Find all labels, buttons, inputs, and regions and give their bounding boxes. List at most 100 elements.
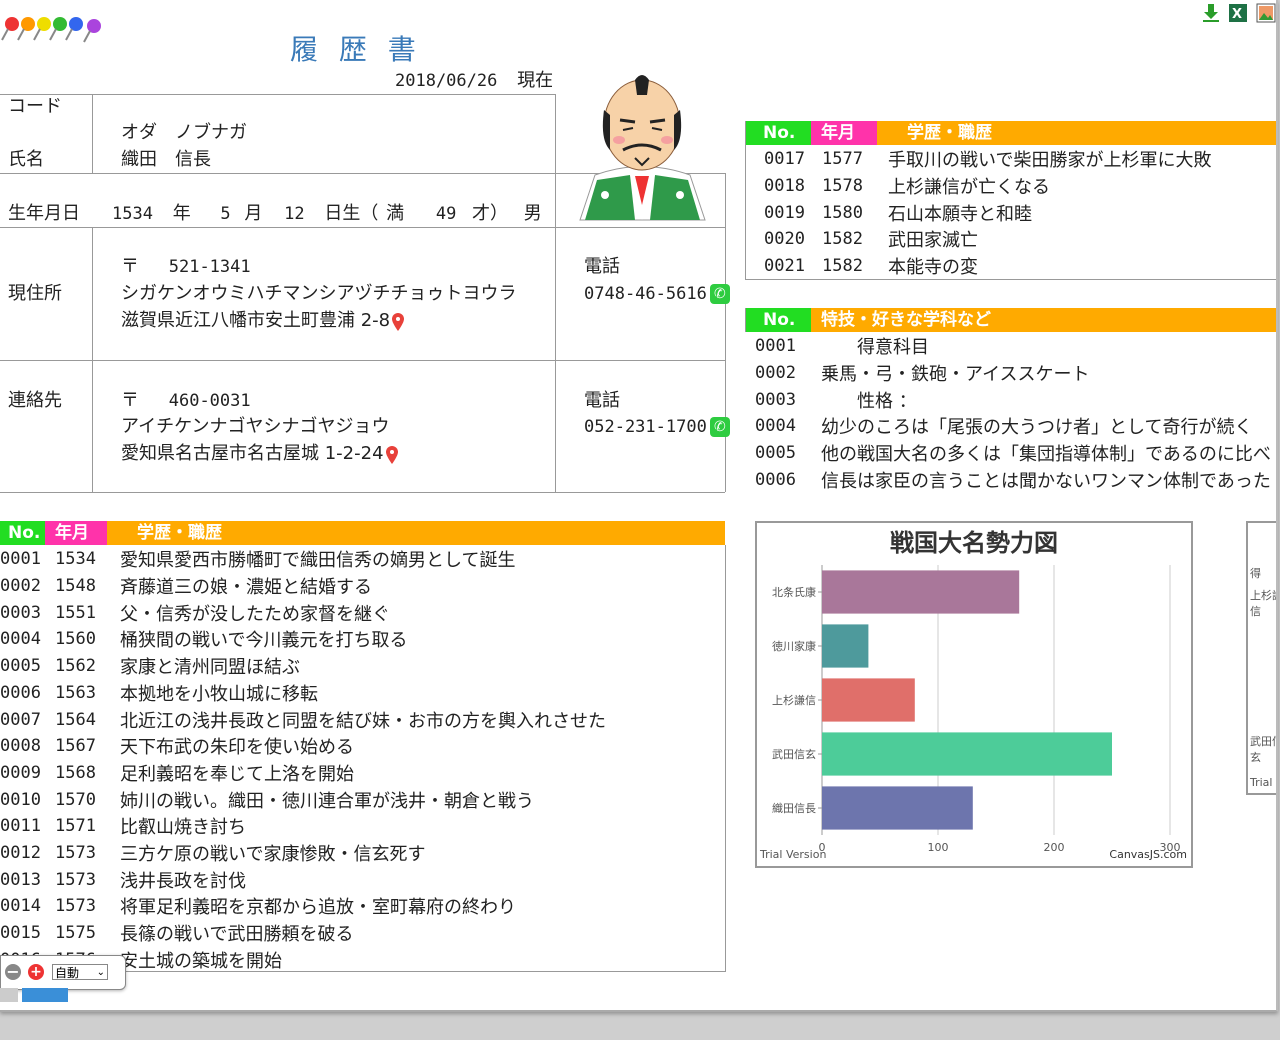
table-row: 0009 1568 足利義昭を奉じて上洛を開始: [0, 760, 354, 787]
row-text: 得意科目: [821, 337, 929, 359]
y-tick-label: 織田信長: [772, 802, 816, 815]
bar-chart: 戦国大名勢力図0 100 200 300北条氏康徳川家康上杉謙信武田信玄織田信長Tri…: [759, 529, 1187, 861]
table-row: 0018 1578 上杉謙信が亡くなる: [764, 173, 1050, 200]
row-no: 0015: [0, 923, 41, 944]
x-tick-label: 100: [928, 841, 949, 854]
row-no: 0007: [0, 709, 41, 730]
contact-postal: 〒 460-0031: [121, 390, 251, 412]
row-year: 1577: [822, 149, 863, 170]
svg-text:X: X: [1232, 7, 1242, 22]
contact-label: 連絡先: [8, 390, 62, 411]
row-year: 1582: [822, 229, 863, 250]
skills-header-no: No.: [745, 308, 811, 332]
contact-phone-label: 電話: [584, 390, 620, 411]
row-no: 0019: [764, 202, 805, 223]
history2-header-ym: 年月: [811, 121, 877, 145]
page-title: 履 歴 書: [290, 33, 422, 66]
history-header-no: No.: [0, 521, 45, 545]
postal-mark: 〒: [121, 256, 139, 277]
chart2-fragment: 得上杉謙信武田信玄 Trial V: [1246, 521, 1276, 795]
chart-footer-right: CanvasJS.com: [1109, 848, 1187, 861]
bar: [822, 732, 1112, 776]
contact-text-row[interactable]: 愛知県名古屋市名古屋城 1-2-24: [121, 443, 398, 465]
row-text: 三方ケ原の戦いで家康惨敗・信玄死す: [120, 844, 426, 866]
row-text: 他の戦国大名の多くは「集団指導体制」であるのに比べ: [821, 444, 1271, 466]
date-suffix: 現在: [517, 70, 554, 91]
row-no: 0004: [0, 629, 41, 650]
row-text: 愛知県愛西市勝幡町で織田信秀の嫡男として誕生: [120, 550, 516, 572]
tab-stub[interactable]: [0, 988, 18, 1002]
excel-icon[interactable]: X: [1228, 3, 1248, 23]
download-icon[interactable]: [1201, 3, 1221, 23]
row-no: 0001: [0, 549, 41, 570]
table-row: 0012 1573 三方ケ原の戦いで家康惨敗・信玄死す: [0, 840, 425, 867]
row-year: 1580: [822, 202, 863, 223]
phone-icon[interactable]: ✆: [709, 417, 730, 437]
address-postal-code: 521-1341: [168, 257, 251, 277]
table-row: 0014 1573 将軍足利義昭を京都から追放・室町幕府の終わり: [0, 893, 516, 920]
row-text: 武田家滅亡: [888, 230, 978, 252]
y-tick-label: 徳川家康: [772, 639, 816, 653]
chart2-label: 信: [1250, 605, 1261, 618]
skills-header-title: 特技・好きな学科など: [811, 308, 1276, 332]
age-value: 49: [435, 204, 457, 224]
row-no: 0004: [755, 416, 796, 437]
image-icon[interactable]: [1256, 3, 1276, 23]
edit-tab[interactable]: [22, 988, 68, 1002]
zoom-select-value: 自動: [55, 966, 80, 980]
address-phone-row[interactable]: 0748-46-5616 ✆: [584, 283, 730, 305]
table-row: 0003 1551 父・信秀が没したため家督を継ぐ: [0, 599, 390, 626]
y-tick-label: 武田信玄: [772, 747, 816, 761]
table-row: 0015 1575 長篠の戦いで武田勝頼を破る: [0, 920, 353, 947]
history2-header: No. 年月 学歴・職歴: [745, 121, 1276, 145]
row-no: 0021: [764, 256, 805, 277]
portrait-image: [575, 70, 710, 225]
row-no: 0010: [0, 789, 41, 810]
postal-mark: 〒: [121, 390, 139, 411]
list-item: 0005 他の戦国大名の多くは「集団指導体制」であるのに比べ: [755, 440, 1271, 467]
age-suffix: 才）: [472, 203, 509, 224]
address-text-row[interactable]: 滋賀県近江八幡市安土町豊浦 2-8: [121, 310, 405, 332]
zoom-select[interactable]: 自動 ⌄: [52, 964, 108, 980]
row-text: 本能寺の変: [888, 257, 978, 279]
list-item: 0006 信長は家臣の言うことは聞かないワンマン体制であった: [755, 467, 1271, 494]
row-year: 1582: [822, 256, 863, 277]
zoom-out-button[interactable]: −: [5, 964, 21, 980]
phone-icon[interactable]: ✆: [709, 284, 730, 304]
name-kana: オダ ノブナガ: [121, 122, 247, 143]
table-row: 0006 1563 本拠地を小牧山城に移転: [0, 680, 318, 707]
map-pin-icon[interactable]: [385, 446, 398, 464]
contact-phone-row[interactable]: 052-231-1700 ✆: [584, 416, 730, 438]
bar: [822, 786, 973, 830]
row-text: 手取川の戦いで柴田勝家が上杉軍に大敗: [888, 150, 1212, 172]
table-row: 0004 1560 桶狭間の戦いで今川義元を打ち取る: [0, 626, 407, 653]
y-tick-label: 北条氏康: [772, 585, 816, 599]
chart2-label: 玄: [1250, 751, 1261, 764]
row-year: 1548: [55, 576, 96, 597]
table-row: 0017 1577 手取川の戦いで柴田勝家が上杉軍に大敗: [764, 146, 1211, 173]
address-text: 滋賀県近江八幡市安土町豊浦 2-8: [121, 310, 391, 331]
chart2-label: 得: [1250, 567, 1261, 580]
zoom-in-button[interactable]: +: [28, 964, 44, 980]
row-no: 0003: [0, 602, 41, 623]
sex-value: 男: [523, 203, 542, 224]
list-item: 0002 乗馬・弓・鉄砲・アイススケート: [755, 360, 1090, 387]
address-postal: 〒 521-1341: [121, 256, 251, 278]
row-text: 石山本願寺と和睦: [888, 203, 1032, 225]
row-no: 0002: [755, 363, 796, 384]
contact-postal-code: 460-0031: [168, 391, 251, 411]
row-text: 乗馬・弓・鉄砲・アイススケート: [821, 364, 1090, 386]
table-row: 0007 1564 北近江の浅井長政と同盟を結び妹・お市の方を輿入れさせた: [0, 706, 606, 733]
pushpins-decoration: [0, 14, 112, 44]
contact-text: 愛知県名古屋市名古屋城 1-2-24: [121, 443, 384, 464]
x-tick-label: 200: [1044, 841, 1065, 854]
table-row: 0010 1570 姉川の戦い。織田・徳川連合軍が浅井・朝倉と戦う: [0, 786, 534, 813]
row-no: 0001: [755, 336, 796, 357]
chart-footer-left: Trial Version: [759, 848, 826, 861]
table-row: 0008 1567 天下布武の朱印を使い始める: [0, 733, 354, 760]
map-pin-icon[interactable]: [392, 313, 405, 331]
birth-row: 1534 年 5 月 12 日生（ 満 49 才） 男: [112, 203, 542, 225]
row-text: 長篠の戦いで武田勝頼を破る: [120, 924, 354, 946]
history-header-ym: 年月: [45, 521, 107, 545]
row-text: 本拠地を小牧山城に移転: [120, 683, 318, 705]
